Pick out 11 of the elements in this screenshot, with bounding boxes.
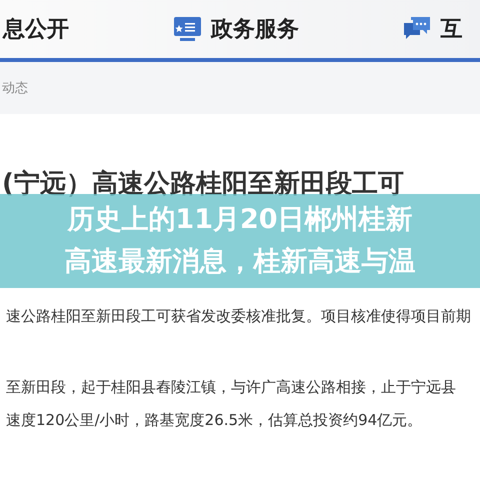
article-headline: (宁远）高速公路桂阳至新田段工可: [2, 168, 405, 201]
article-paragraph: 速公路桂阳至新田段工可获省发改委核准批复。项目核准使得项目前期: [6, 307, 472, 326]
nav-link[interactable]: 政务服务: [210, 14, 299, 44]
banner-title: 高速最新消息，桂新高速与温: [64, 245, 416, 279]
monitor-icon: [174, 17, 201, 41]
chat-icon: [404, 17, 430, 41]
article-paragraph: 速度120公里/小时，路基宽度26.5米，估算总投资约94亿元。: [6, 411, 424, 430]
nav-link[interactable]: 互: [440, 14, 462, 44]
nav-link[interactable]: 息公开: [3, 14, 69, 44]
article-paragraph: 至新田段，起于桂阳县舂陵江镇，与许广高速公路相接，止于宁远县: [6, 378, 457, 397]
banner-title: 历史上的11月20日郴州桂新: [67, 203, 413, 237]
